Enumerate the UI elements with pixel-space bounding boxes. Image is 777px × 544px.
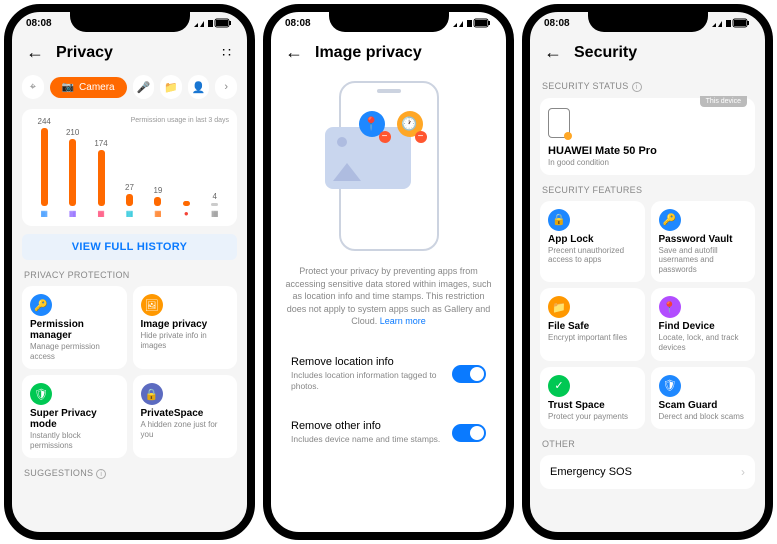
content: ⌖ 📷 Camera 🎤 📁 👤 › Permission usage in l… <box>12 71 247 532</box>
bar-4[interactable]: 27▦ <box>117 183 141 218</box>
section-suggestions: SUGGESTIONSi <box>24 468 235 479</box>
more-icon[interactable]: ∷ <box>222 44 233 61</box>
bar-1[interactable]: 244▦ <box>32 117 56 218</box>
device-card[interactable]: This device HUAWEI Mate 50 Pro In good c… <box>540 98 755 175</box>
bar-5[interactable]: 19▦ <box>146 186 170 218</box>
section-status: SECURITY STATUSi <box>542 81 753 92</box>
info-icon[interactable]: i <box>632 82 642 92</box>
remove-other-toggle[interactable]: Remove other info Includes device name a… <box>281 410 496 455</box>
this-device-badge: This device <box>700 96 747 107</box>
status-icons <box>711 18 751 28</box>
learn-more-link[interactable]: Learn more <box>380 316 426 326</box>
file-safe-card[interactable]: 📁 File Safe Encrypt important files <box>540 288 645 360</box>
contacts-pill[interactable]: 👤 <box>188 75 210 99</box>
bar-icon-4: ▦ <box>124 208 134 218</box>
status-time: 08:08 <box>544 18 570 29</box>
notch <box>70 10 190 32</box>
usage-chart: Permission usage in last 3 days 244▦ 210… <box>22 109 237 226</box>
bar-6[interactable]: ● <box>174 199 198 218</box>
permission-pills: ⌖ 📷 Camera 🎤 📁 👤 › <box>22 71 237 103</box>
info-icon[interactable]: i <box>96 469 106 479</box>
super-privacy-card[interactable]: 🛡 Super Privacy mode Instantly block per… <box>22 375 127 458</box>
permission-manager-card[interactable]: 🔑 Permission manager Manage permission a… <box>22 286 127 369</box>
description: Protect your privacy by preventing apps … <box>281 265 496 338</box>
header: ← Security <box>530 34 765 71</box>
app-lock-card[interactable]: 🔒 App Lock Precent unauthorized access t… <box>540 201 645 283</box>
bar-icon-6: ● <box>181 208 191 218</box>
view-full-history-button[interactable]: VIEW FULL HISTORY <box>22 234 237 260</box>
mic-pill[interactable]: 🎤 <box>133 75 155 99</box>
remove-icon: − <box>415 131 427 143</box>
header: ← Image privacy <box>271 34 506 71</box>
emergency-sos-label: Emergency SOS <box>550 466 632 478</box>
section-protection: PRIVACY PROTECTION <box>24 270 235 280</box>
phone-image-privacy: 08:08 ← Image privacy 📍 🕐 − − Protect yo… <box>263 4 514 540</box>
lock-icon: 🔒 <box>548 209 570 231</box>
camera-pill-label: Camera <box>79 82 115 93</box>
switch-on[interactable] <box>452 365 486 383</box>
scam-guard-card[interactable]: 🛡 Scam Guard Derect and block scams <box>651 367 756 430</box>
section-other: OTHER <box>542 439 753 449</box>
illus-phone: 📍 🕐 − − <box>339 81 439 251</box>
files-pill[interactable]: 📁 <box>160 75 182 99</box>
camera-pill[interactable]: 📷 Camera <box>50 77 127 98</box>
safe-icon: 📁 <box>548 296 570 318</box>
phone-security: 08:08 ← Security SECURITY STATUSi This d… <box>522 4 773 540</box>
camera-icon: 📷 <box>62 82 74 93</box>
features-grid: 🔒 App Lock Precent unauthorized access t… <box>540 201 755 430</box>
key-icon: 🔑 <box>30 294 52 316</box>
phone-privacy: 08:08 ← Privacy ∷ ⌖ 📷 Camera 🎤 📁 👤 › Per… <box>4 4 255 540</box>
status-icons <box>193 18 233 28</box>
bars: 244▦ 210▦ 174▦ 27▦ 19▦ ● 4▦ <box>30 128 229 218</box>
trust-space-card[interactable]: ✓ Trust Space Protect your payments <box>540 367 645 430</box>
content: SECURITY STATUSi This device HUAWEI Mate… <box>530 71 765 532</box>
bar-2[interactable]: 210▦ <box>61 128 85 218</box>
illustration: 📍 🕐 − − <box>281 71 496 265</box>
bar-icon-7: ▦ <box>210 208 220 218</box>
protection-grid: 🔑 Permission manager Manage permission a… <box>22 286 237 458</box>
location-pill[interactable]: ⌖ <box>22 75 44 99</box>
location-icon: 📍 <box>659 296 681 318</box>
bar-icon-3: ▦ <box>96 208 106 218</box>
status-time: 08:08 <box>285 18 311 29</box>
back-icon[interactable]: ← <box>26 42 44 63</box>
notch <box>329 10 449 32</box>
emergency-sos-row[interactable]: Emergency SOS › <box>540 455 755 489</box>
back-icon[interactable]: ← <box>285 42 303 63</box>
back-icon[interactable]: ← <box>544 42 562 63</box>
more-pill[interactable]: › <box>215 75 237 99</box>
remove-location-toggle[interactable]: Remove location info Includes location i… <box>281 346 496 402</box>
password-vault-card[interactable]: 🔑 Password Vault Save and autofill usern… <box>651 201 756 283</box>
shield-icon: 🛡 <box>30 383 52 405</box>
find-device-card[interactable]: 📍 Find Device Locate, lock, and track de… <box>651 288 756 360</box>
device-name: HUAWEI Mate 50 Pro <box>548 145 747 157</box>
page-title: Privacy <box>56 44 210 62</box>
section-features: SECURITY FEATURES <box>542 185 753 195</box>
status-icons <box>452 18 492 28</box>
lock-icon: 🔒 <box>141 383 163 405</box>
notch <box>588 10 708 32</box>
remove-icon: − <box>379 131 391 143</box>
bar-7[interactable]: 4▦ <box>203 192 227 218</box>
bar-icon-5: ▦ <box>153 208 163 218</box>
shield-icon: 🛡 <box>659 375 681 397</box>
bar-3[interactable]: 174▦ <box>89 139 113 218</box>
status-time: 08:08 <box>26 18 52 29</box>
device-status: In good condition <box>548 158 747 167</box>
check-icon: ✓ <box>548 375 570 397</box>
header: ← Privacy ∷ <box>12 34 247 71</box>
image-icon: 🖼 <box>141 294 163 316</box>
key-icon: 🔑 <box>659 209 681 231</box>
switch-on[interactable] <box>452 424 486 442</box>
bar-icon-2: ▦ <box>68 208 78 218</box>
chart-caption: Permission usage in last 3 days <box>30 117 229 124</box>
privatespace-card[interactable]: 🔒 PrivateSpace A hidden zone just for yo… <box>133 375 238 458</box>
page-title: Security <box>574 44 751 62</box>
page-title: Image privacy <box>315 44 492 62</box>
content: 📍 🕐 − − Protect your privacy by preventi… <box>271 71 506 532</box>
bar-icon-1: ▦ <box>39 208 49 218</box>
phone-icon <box>548 108 570 138</box>
chevron-right-icon: › <box>741 465 745 479</box>
image-privacy-card[interactable]: 🖼 Image privacy Hide private info in ima… <box>133 286 238 369</box>
